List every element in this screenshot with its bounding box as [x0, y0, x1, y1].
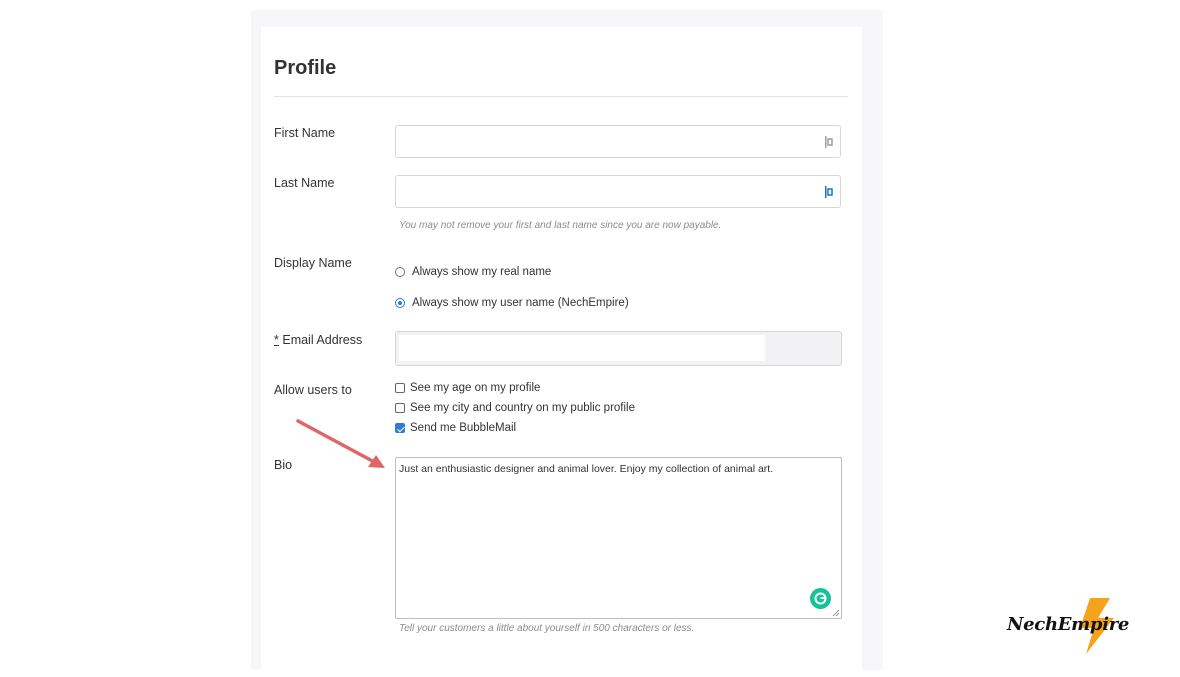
page-title: Profile: [274, 57, 337, 79]
checkbox-label: See my age on my profile: [410, 382, 541, 394]
radio-user-name[interactable]: Always show my user name (NechEmpire): [395, 297, 629, 309]
checkbox-label: Send me BubbleMail: [410, 422, 517, 434]
email-label-text: Email Address: [282, 333, 363, 347]
radio-button-selected[interactable]: [395, 298, 405, 308]
first-name-field[interactable]: [395, 125, 841, 158]
radio-label: Always show my user name (NechEmpire): [412, 297, 629, 309]
display-name-label: Display Name: [274, 256, 352, 270]
radio-real-name[interactable]: Always show my real name: [395, 266, 551, 278]
checkbox-bubblemail[interactable]: Send me BubbleMail: [395, 422, 516, 434]
checkbox-checked[interactable]: [395, 423, 405, 433]
radio-label: Always show my real name: [412, 266, 552, 278]
checkbox-label: See my city and country on my public pro…: [410, 402, 635, 414]
required-marker: *: [274, 333, 279, 347]
resize-handle-icon[interactable]: [832, 609, 840, 617]
last-name-field[interactable]: [395, 175, 841, 208]
last-name-label: Last Name: [274, 176, 335, 190]
radio-button[interactable]: [395, 267, 405, 277]
checkbox[interactable]: [395, 403, 405, 413]
bio-textarea[interactable]: Just an enthusiastic designer and animal…: [395, 457, 842, 619]
email-input-area[interactable]: [399, 335, 765, 361]
first-name-label: First Name: [274, 126, 336, 140]
arrow-icon: [296, 419, 385, 468]
email-label: * Email Address: [274, 333, 362, 347]
allow-users-label: Allow users to: [274, 383, 352, 397]
bio-hint: Tell your customers a little about yours…: [399, 623, 695, 634]
email-field[interactable]: [395, 331, 842, 366]
checkbox-age[interactable]: See my age on my profile: [395, 382, 540, 394]
lastpass-icon[interactable]: [825, 135, 835, 149]
lastpass-icon[interactable]: [825, 185, 835, 199]
checkbox-location[interactable]: See my city and country on my public pro…: [395, 402, 635, 414]
nechempire-logo: NechEmpire: [1007, 614, 1130, 635]
grammarly-icon[interactable]: [810, 588, 831, 609]
checkbox[interactable]: [395, 383, 405, 393]
title-divider: [274, 96, 848, 97]
name-hint: You may not remove your first and last n…: [399, 220, 722, 231]
